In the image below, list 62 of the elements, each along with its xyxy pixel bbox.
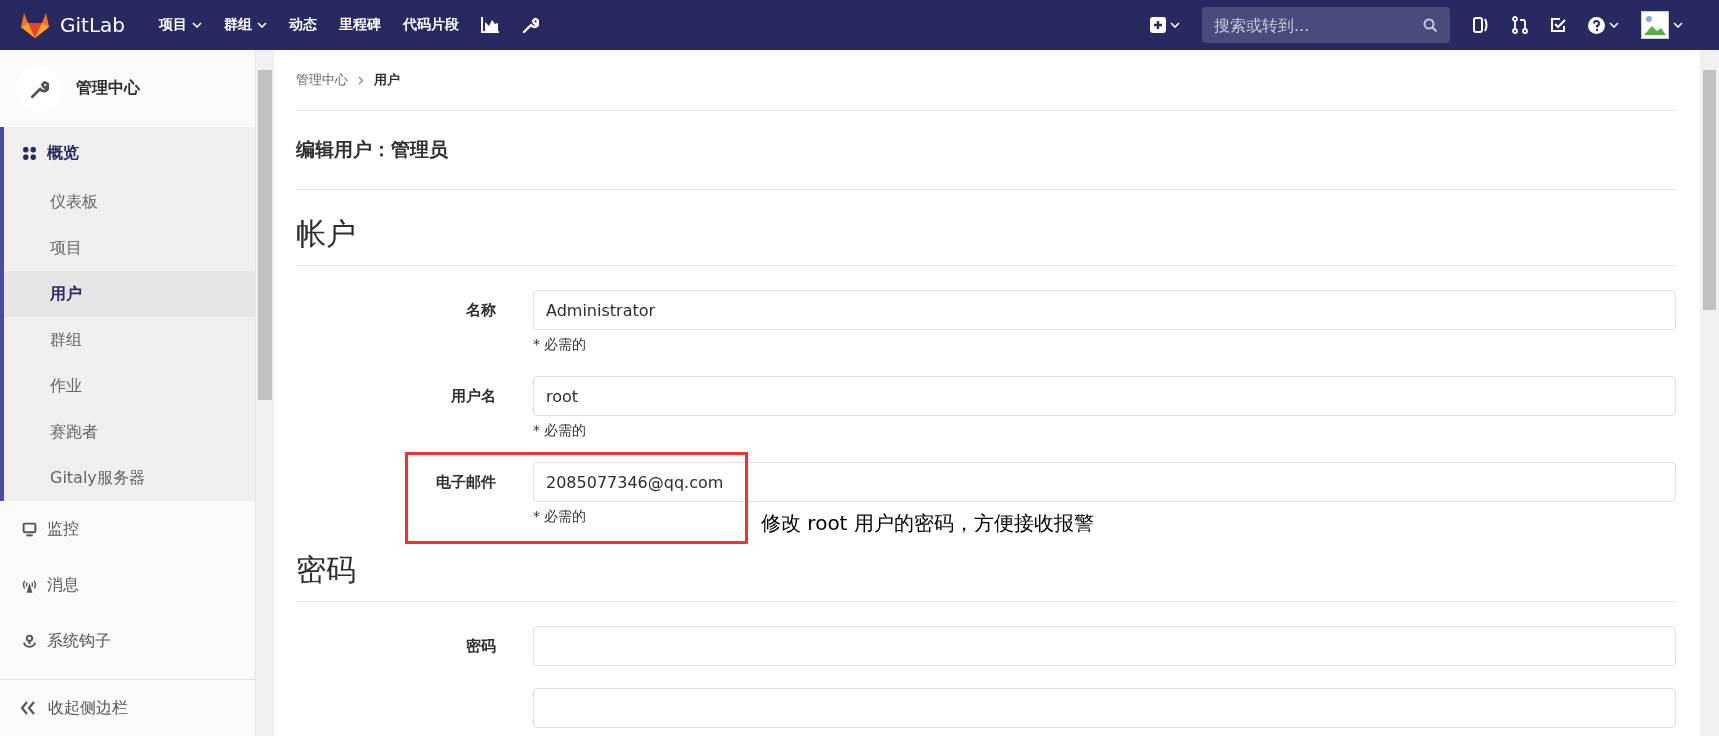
issues-icon[interactable] [1472, 16, 1490, 34]
caret-icon [1673, 22, 1683, 28]
field-label: 名称 [465, 300, 496, 321]
fox-logo-icon[interactable] [20, 11, 50, 39]
field-label: 密码 [465, 636, 496, 657]
nav-menu-item[interactable]: 里程碑 [339, 16, 381, 34]
scrollbar[interactable] [1700, 50, 1719, 736]
text-field[interactable]: 2085077346@qq.com [533, 462, 1676, 502]
scrollbar[interactable] [256, 50, 274, 736]
chevron-icon [358, 75, 364, 85]
help-menu-button[interactable] [1588, 16, 1619, 34]
wrench-icon[interactable] [521, 16, 539, 34]
plus-icon [1150, 17, 1166, 33]
nav-menu-item[interactable]: 动态 [289, 16, 317, 34]
search-field[interactable]: 搜索或转到... [1202, 7, 1450, 43]
user-menu-button[interactable] [1641, 11, 1683, 39]
text-field[interactable]: Administrator [533, 290, 1676, 330]
hook-icon [22, 633, 37, 649]
annotation-text: 修改 root 用户的密码，方便接收报警 [761, 510, 1094, 537]
sidebar-item[interactable]: 消息 [0, 560, 255, 610]
breadcrumb-link[interactable]: 管理中心 [296, 71, 348, 89]
field-label: 用户名 [450, 386, 496, 407]
merge-request-icon[interactable] [1512, 16, 1528, 34]
chart-icon[interactable] [481, 17, 499, 33]
required-hint: * 必需的 [533, 336, 587, 354]
text-field[interactable] [533, 626, 1676, 666]
field-label: 电子邮件 [435, 472, 496, 493]
grid-icon [22, 145, 37, 161]
sidebar-title: 管理中心 [76, 78, 140, 99]
page-title: 编辑用户：管理员 [296, 111, 1676, 190]
avatar-icon [1641, 11, 1669, 39]
caret-icon [1170, 22, 1180, 28]
caret-icon [192, 22, 202, 28]
caret-icon [1609, 22, 1619, 28]
help-icon [1588, 16, 1605, 34]
sidebar-subitem[interactable]: 赛跑者 [4, 409, 255, 455]
section-heading: 帐户 [296, 190, 1676, 266]
required-hint: * 必需的 [533, 508, 587, 526]
double-chevron-icon [20, 701, 36, 715]
search-icon [1423, 18, 1438, 33]
sidebar-subitem[interactable]: 项目 [4, 225, 255, 271]
brand-name[interactable]: GitLab [60, 13, 125, 37]
new-menu-button[interactable] [1150, 17, 1180, 33]
sidebar-subitem[interactable]: Gitaly服务器 [4, 455, 255, 501]
text-field[interactable]: root [533, 376, 1676, 416]
sidebar-subitem[interactable]: 作业 [4, 363, 255, 409]
sidebar-subitem[interactable]: 仪表板 [4, 179, 255, 225]
breadcrumb-link[interactable]: 用户 [374, 71, 400, 89]
monitor-icon [22, 521, 37, 537]
collapse-sidebar-button[interactable]: 收起侧边栏 [0, 679, 255, 736]
caret-icon [257, 22, 267, 28]
sidebar-subitem[interactable]: 群组 [4, 317, 255, 363]
required-hint: * 必需的 [533, 422, 587, 440]
sidebar-item[interactable]: 概览 [4, 127, 255, 179]
text-field[interactable] [533, 688, 1676, 728]
nav-menu-item[interactable]: 项目 [159, 16, 202, 34]
sidebar-item[interactable]: 系统钩子 [0, 616, 255, 666]
nav-menu-item[interactable]: 群组 [224, 16, 267, 34]
sidebar-subitem[interactable]: 用户 [4, 271, 255, 317]
nav-menu-item[interactable]: 代码片段 [403, 16, 459, 34]
todo-check-icon[interactable] [1550, 17, 1566, 33]
sidebar-item[interactable]: 监控 [0, 504, 255, 554]
